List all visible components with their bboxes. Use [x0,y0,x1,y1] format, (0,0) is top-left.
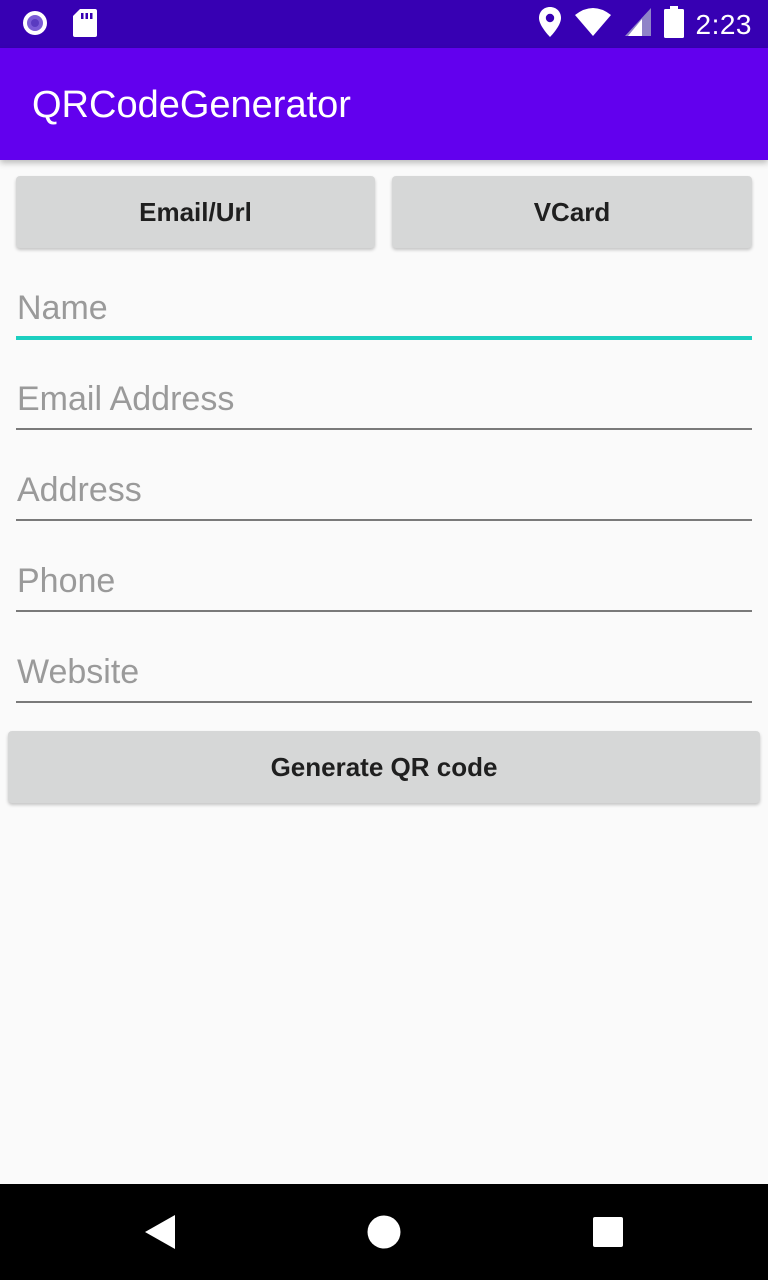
app-bar: QRCodeGenerator [0,48,768,160]
website-field[interactable] [16,643,752,701]
home-icon[interactable] [367,1214,401,1255]
battery-icon [663,6,684,43]
status-bar: 2:23 [0,0,768,48]
email-address-field[interactable] [16,370,752,428]
address-field-container [16,461,752,521]
cell-signal-icon [624,7,652,42]
location-icon [538,6,562,43]
email-url-button[interactable]: Email/Url [16,176,375,248]
record-icon [20,8,50,43]
email-field-container [16,370,752,430]
app-title: QRCodeGenerator [32,84,351,126]
address-field[interactable] [16,461,752,519]
wifi-icon [574,7,612,42]
phone-field[interactable] [16,552,752,610]
clock-time: 2:23 [695,8,752,40]
back-icon[interactable] [143,1214,177,1255]
navigation-bar [0,1184,768,1280]
name-field[interactable] [16,280,752,336]
website-field-container [16,643,752,703]
recents-icon[interactable] [592,1214,624,1255]
sd-card-icon [72,8,98,43]
phone-field-container [16,552,752,612]
name-field-container [16,280,752,340]
generate-qr-code-button[interactable]: Generate QR code [8,731,760,803]
vcard-button[interactable]: VCard [392,176,752,248]
